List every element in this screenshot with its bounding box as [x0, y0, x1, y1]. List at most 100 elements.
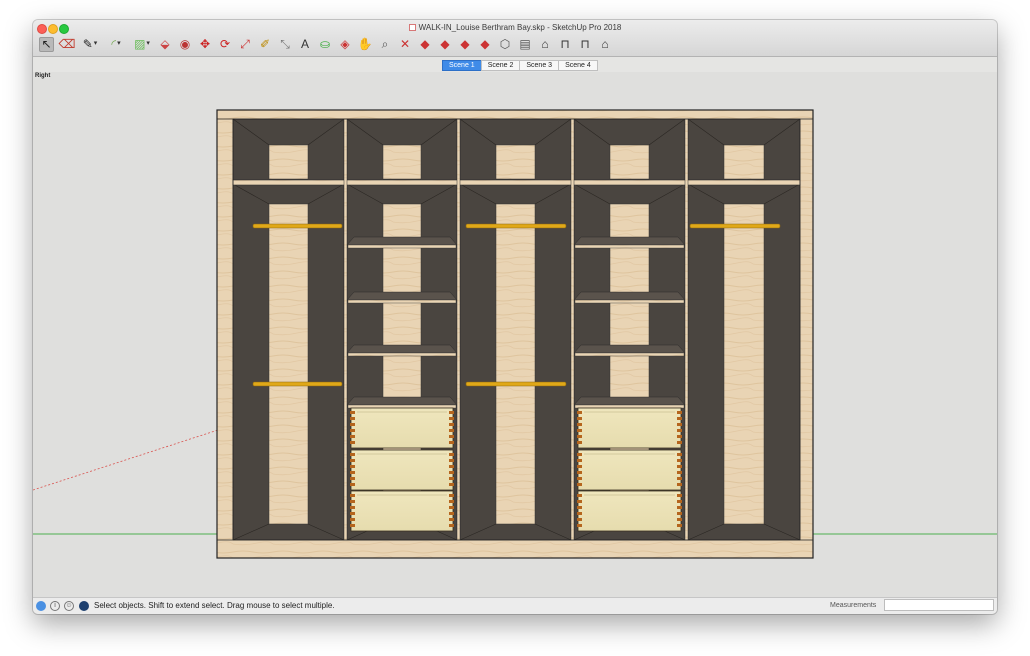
dovetail-right — [677, 459, 682, 462]
dovetail-right — [677, 441, 682, 444]
dovetail-right — [677, 518, 682, 521]
shelf-top — [346, 396, 458, 406]
view-label: Right — [35, 73, 51, 79]
dovetail-left — [350, 518, 355, 521]
info-icon[interactable]: i — [50, 601, 60, 611]
dovetail-right — [677, 423, 682, 426]
tape-measure-tool-icon[interactable]: ✐ — [258, 37, 272, 51]
ruby-console-icon[interactable]: ◆ — [478, 37, 492, 51]
arc-tool-icon[interactable]: ◜ — [106, 37, 126, 51]
shelf-1-4 — [347, 404, 457, 409]
rotate-tool-icon[interactable]: ⟳ — [218, 37, 232, 51]
pan-tool-icon[interactable]: ✋ — [358, 37, 373, 51]
text-tool-icon[interactable]: A — [298, 37, 312, 51]
dovetail-left — [350, 494, 355, 497]
dovetail-left — [577, 512, 582, 515]
measurements-input[interactable] — [884, 599, 994, 611]
dovetail-right — [677, 435, 682, 438]
compartment-back-1 — [268, 203, 309, 525]
line-tool-icon[interactable]: ✎ — [80, 37, 100, 51]
dovetail-left — [577, 494, 582, 497]
tab-scene-1[interactable]: Scene 1 — [442, 60, 482, 71]
dovetail-left — [577, 423, 582, 426]
dovetail-left — [577, 441, 582, 444]
dovetail-left — [350, 459, 355, 462]
window-title: WALK-IN_Louise Berthram Bay.skp - Sketch… — [33, 23, 997, 32]
back-view-icon[interactable]: ⊓ — [578, 37, 592, 51]
iso-view-icon[interactable]: ⬡ — [498, 37, 512, 51]
partition-4 — [684, 118, 689, 541]
dovetail-right — [449, 524, 454, 527]
geo-location-icon[interactable] — [36, 601, 46, 611]
hanging-rail-4 — [465, 381, 567, 387]
dovetail-left — [577, 506, 582, 509]
shelf-1-1 — [347, 244, 457, 249]
shelf-top — [346, 236, 458, 246]
zoom-tool-icon[interactable]: ⌕ — [378, 37, 392, 51]
dovetail-right — [449, 411, 454, 414]
dovetail-left — [350, 471, 355, 474]
wardrobe-model[interactable] — [33, 72, 997, 597]
dovetail-right — [677, 477, 682, 480]
warehouse-icon[interactable]: ◆ — [418, 37, 432, 51]
left-view-icon[interactable]: ⌂ — [598, 37, 612, 51]
shelf-top — [346, 344, 458, 354]
hanging-rail-1 — [252, 223, 343, 229]
instructor-icon[interactable] — [79, 601, 89, 611]
dovetail-right — [449, 483, 454, 486]
orbit-tool-icon[interactable]: ◈ — [338, 37, 352, 51]
account-icon[interactable]: ☺ — [64, 601, 74, 611]
dovetail-right — [449, 423, 454, 426]
dovetail-right — [449, 459, 454, 462]
tab-scene-3[interactable]: Scene 3 — [519, 60, 560, 71]
offset-tool-icon[interactable]: ◉ — [178, 37, 192, 51]
dovetail-left — [577, 471, 582, 474]
document-icon — [408, 24, 416, 31]
dovetail-left — [350, 506, 355, 509]
shelf-2-4 — [574, 404, 685, 409]
status-message: Select objects. Shift to extend select. … — [94, 601, 335, 610]
eraser-tool-icon[interactable]: ⌫ — [59, 37, 76, 51]
partition-1 — [343, 118, 348, 541]
paint-bucket-tool-icon[interactable]: ⛀ — [318, 37, 332, 51]
dovetail-left — [350, 435, 355, 438]
front-view-icon[interactable]: ⌂ — [538, 37, 552, 51]
shelf-2-3 — [574, 352, 685, 357]
move-tool-icon[interactable]: ✥ — [198, 37, 212, 51]
shelf-top — [573, 236, 686, 246]
title-bar: WALK-IN_Louise Berthram Bay.skp - Sketch… — [33, 20, 997, 57]
zoom-extents-tool-icon[interactable]: ✕ — [398, 37, 412, 51]
dovetail-left — [577, 500, 582, 503]
right-view-icon[interactable]: ⊓ — [558, 37, 572, 51]
dovetail-left — [577, 477, 582, 480]
compartment-back-5 — [723, 203, 765, 525]
rectangle-tool-icon[interactable]: ▨ — [132, 37, 152, 51]
tab-scene-4[interactable]: Scene 4 — [558, 60, 598, 71]
dovetail-right — [449, 500, 454, 503]
dimension-tool-icon[interactable]: ⤡ — [278, 37, 292, 51]
tab-scene-2[interactable]: Scene 2 — [480, 60, 521, 71]
drawer-1-3 — [350, 490, 454, 532]
upper-cubby-back-2 — [382, 144, 422, 180]
scale-tool-icon[interactable]: ⤢ — [238, 37, 252, 51]
dovetail-right — [449, 477, 454, 480]
dovetail-right — [449, 471, 454, 474]
extension-warehouse-icon[interactable]: ◆ — [458, 37, 472, 51]
dovetail-right — [449, 435, 454, 438]
share-model-icon[interactable]: ◆ — [438, 37, 452, 51]
dovetail-left — [350, 423, 355, 426]
shelf-top — [346, 291, 458, 301]
select-tool-icon[interactable]: ↖ — [39, 36, 54, 52]
shelf-top — [573, 396, 686, 406]
dovetail-right — [449, 417, 454, 420]
dovetail-right — [449, 429, 454, 432]
dovetail-right — [449, 465, 454, 468]
push-pull-tool-icon[interactable]: ⬙ — [158, 37, 172, 51]
hanging-rail-2 — [252, 381, 343, 387]
dovetail-left — [350, 512, 355, 515]
top-view-icon[interactable]: ▤ — [518, 37, 532, 51]
upper-cubby-back-1 — [268, 144, 309, 180]
drawing-area[interactable]: Right — [33, 72, 997, 597]
dovetail-left — [577, 518, 582, 521]
dovetail-right — [449, 494, 454, 497]
